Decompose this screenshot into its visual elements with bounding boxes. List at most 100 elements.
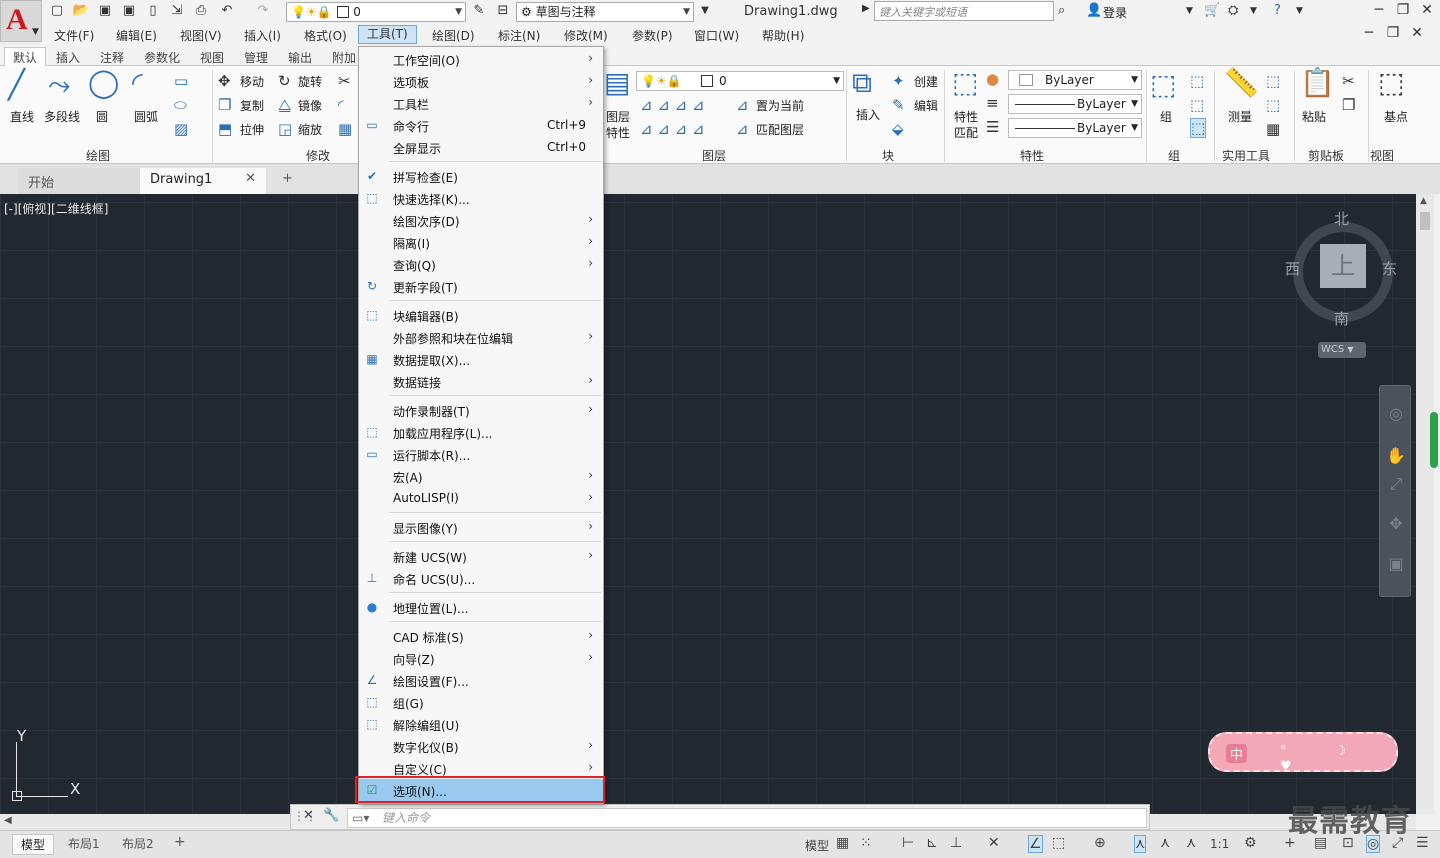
tab-addins[interactable]: 附加: [332, 49, 356, 66]
modify-panel-title[interactable]: 修改: [306, 147, 330, 164]
add-layout-icon[interactable]: +: [168, 834, 192, 850]
view-panel-title[interactable]: 视图: [1370, 147, 1394, 164]
gear-icon[interactable]: ⚙: [1244, 835, 1257, 851]
ortho-icon[interactable]: ⊥: [950, 835, 962, 851]
edit-block-button[interactable]: 编辑: [914, 97, 938, 114]
menu-item[interactable]: ⬚ 快速选择(K)...: [359, 187, 603, 209]
arc-button[interactable]: 圆弧: [134, 108, 158, 125]
chevron-down-icon[interactable]: ▼: [1296, 6, 1303, 16]
properties-panel-title[interactable]: 特性: [1020, 147, 1044, 164]
paste-icon[interactable]: 📋: [1300, 66, 1335, 99]
menu-item[interactable]: 动作录制器(T) ›: [359, 399, 603, 421]
tab-insert[interactable]: 插入: [56, 49, 80, 66]
chevron-down-icon[interactable]: ▼: [1186, 6, 1193, 16]
menu-item[interactable]: 工具栏 ›: [359, 92, 603, 114]
layer-properties-icon[interactable]: ▤: [604, 66, 630, 99]
scroll-up-icon[interactable]: ▲: [1420, 196, 1427, 206]
id-point-icon[interactable]: ⬚: [1266, 72, 1280, 90]
close-icon[interactable]: ✕: [1416, 2, 1438, 18]
menu-item[interactable]: 选项板 ›: [359, 70, 603, 92]
scroll-left-icon[interactable]: ◀: [4, 815, 12, 826]
rotate-button[interactable]: 旋转: [298, 73, 322, 90]
ellipse-icon[interactable]: ⬭: [174, 96, 187, 114]
measure-button[interactable]: 测量: [1228, 108, 1252, 125]
layer-dropdown[interactable]: 💡☀🔒 0 ▼: [286, 2, 466, 22]
workspace-dropdown[interactable]: ⚙ 草图与注释 ▼: [516, 2, 694, 22]
trim-icon[interactable]: ✂: [338, 72, 351, 90]
rotate-icon[interactable]: ↻: [278, 72, 291, 90]
help-icon[interactable]: ?: [1274, 3, 1281, 18]
menu-draw[interactable]: 绘图(D): [432, 27, 475, 44]
scale-icon[interactable]: ◲: [278, 120, 292, 138]
doc-close-icon[interactable]: ✕: [1406, 25, 1428, 41]
tab-annotate[interactable]: 注释: [100, 49, 124, 66]
move-icon[interactable]: ✥: [218, 72, 231, 90]
login-button[interactable]: 登录: [1103, 4, 1127, 21]
tab-layout2[interactable]: 布局2: [114, 834, 162, 853]
ungroup-icon[interactable]: ⬚: [1190, 72, 1204, 90]
menu-modify[interactable]: 修改(M): [564, 27, 608, 44]
menu-window[interactable]: 窗口(W): [694, 27, 739, 44]
arc-icon[interactable]: ◜: [132, 66, 143, 99]
menu-item[interactable]: 查询(Q) ›: [359, 253, 603, 275]
menu-item[interactable]: 显示图像(Y) ›: [359, 516, 603, 538]
menu-item[interactable]: 隔离(I) ›: [359, 231, 603, 253]
infer-constraints-icon[interactable]: ⊢: [902, 835, 914, 851]
tab-output[interactable]: 输出: [288, 49, 312, 66]
line-button[interactable]: 直线: [10, 108, 34, 125]
menu-item[interactable]: 外部参照和块在位编辑 ›: [359, 326, 603, 348]
import-icon[interactable]: ⇲: [168, 3, 186, 19]
drawing-canvas[interactable]: [-][俯视][二维线框]: [0, 194, 1416, 814]
wcs-menu[interactable]: WCS ▼: [1318, 342, 1366, 358]
base-view-icon[interactable]: ⬚: [1378, 66, 1404, 99]
undo-icon[interactable]: ↶: [218, 3, 236, 19]
color-dropdown[interactable]: ByLayer ▼: [1008, 70, 1142, 90]
match-properties-label-2[interactable]: 匹配: [954, 124, 978, 141]
current-layer-dropdown[interactable]: 💡☀🔒 0 ▼: [636, 71, 844, 91]
binoculars-icon[interactable]: ⌕: [1058, 3, 1065, 18]
viewport-controls[interactable]: [-][俯视][二维线框]: [4, 200, 108, 217]
menu-parametric[interactable]: 参数(P): [632, 27, 673, 44]
draw-panel-title[interactable]: 绘图: [86, 147, 110, 164]
layer-tools-icons-row2[interactable]: ⊿ ⊿ ⊿ ⊿: [640, 120, 705, 138]
menu-file[interactable]: 文件(F): [54, 27, 94, 44]
linetype-icon[interactable]: ≡: [986, 94, 999, 112]
new-file-icon[interactable]: ▢: [48, 3, 66, 19]
group-selection-icon[interactable]: ⬚: [1190, 118, 1207, 138]
layer-tool-icon[interactable]: ⊟: [494, 3, 512, 19]
stretch-icon[interactable]: ⬒: [218, 120, 232, 138]
group-icon[interactable]: ⬚: [1150, 68, 1176, 101]
chevron-down-icon[interactable]: ▼: [1250, 6, 1257, 16]
menu-item[interactable]: ⊥ 命名 UCS(U)...: [359, 567, 603, 589]
insert-block-icon[interactable]: ⧉: [852, 66, 872, 100]
menu-item[interactable]: 数据链接 ›: [359, 370, 603, 392]
menu-item[interactable]: ▭ 运行脚本(R)...: [359, 443, 603, 465]
menu-item[interactable]: AutoLISP(I) ›: [359, 487, 603, 509]
menu-item-options[interactable]: ☑ 选项(N)...: [355, 776, 605, 803]
create-block-icon[interactable]: ✦: [892, 72, 905, 90]
hatch-icon[interactable]: ▨: [174, 120, 188, 138]
quick-select-icon[interactable]: ⬚: [1266, 96, 1280, 114]
ime-toolbar[interactable]: 中 ° ☽ ♥: [1208, 732, 1398, 774]
compass-west[interactable]: 西: [1285, 258, 1300, 279]
scroll-thumb[interactable]: [1420, 212, 1430, 230]
menu-item[interactable]: 宏(A) ›: [359, 465, 603, 487]
auto-scale-icon[interactable]: ⋏: [1186, 835, 1196, 851]
make-current-icon[interactable]: ⊿: [736, 96, 749, 114]
tab-view[interactable]: 视图: [200, 49, 224, 66]
line-icon[interactable]: ╱: [8, 68, 25, 101]
match-layer-button[interactable]: 匹配图层: [756, 121, 804, 138]
steering-wheel-icon[interactable]: ◎: [1386, 404, 1406, 424]
menu-item[interactable]: ↻ 更新字段(T): [359, 275, 603, 297]
object-snap-icon[interactable]: ⬚: [1052, 835, 1065, 851]
menu-item[interactable]: ✔ 拼写检查(E): [359, 165, 603, 187]
tab-model[interactable]: 模型: [12, 834, 55, 855]
cart-icon[interactable]: 🛒: [1204, 3, 1220, 18]
zoom-extents-icon[interactable]: ⤢: [1386, 474, 1406, 494]
menu-item[interactable]: 工作空间(O) ›: [359, 48, 603, 70]
open-folder-icon[interactable]: 📂: [72, 3, 90, 19]
menu-item[interactable]: ⬚ 加载应用程序(L)...: [359, 421, 603, 443]
user-icon[interactable]: 👤: [1086, 3, 1102, 18]
layer-properties-label-2[interactable]: 特性: [606, 124, 630, 141]
utilities-panel-title[interactable]: 实用工具: [1222, 147, 1270, 164]
